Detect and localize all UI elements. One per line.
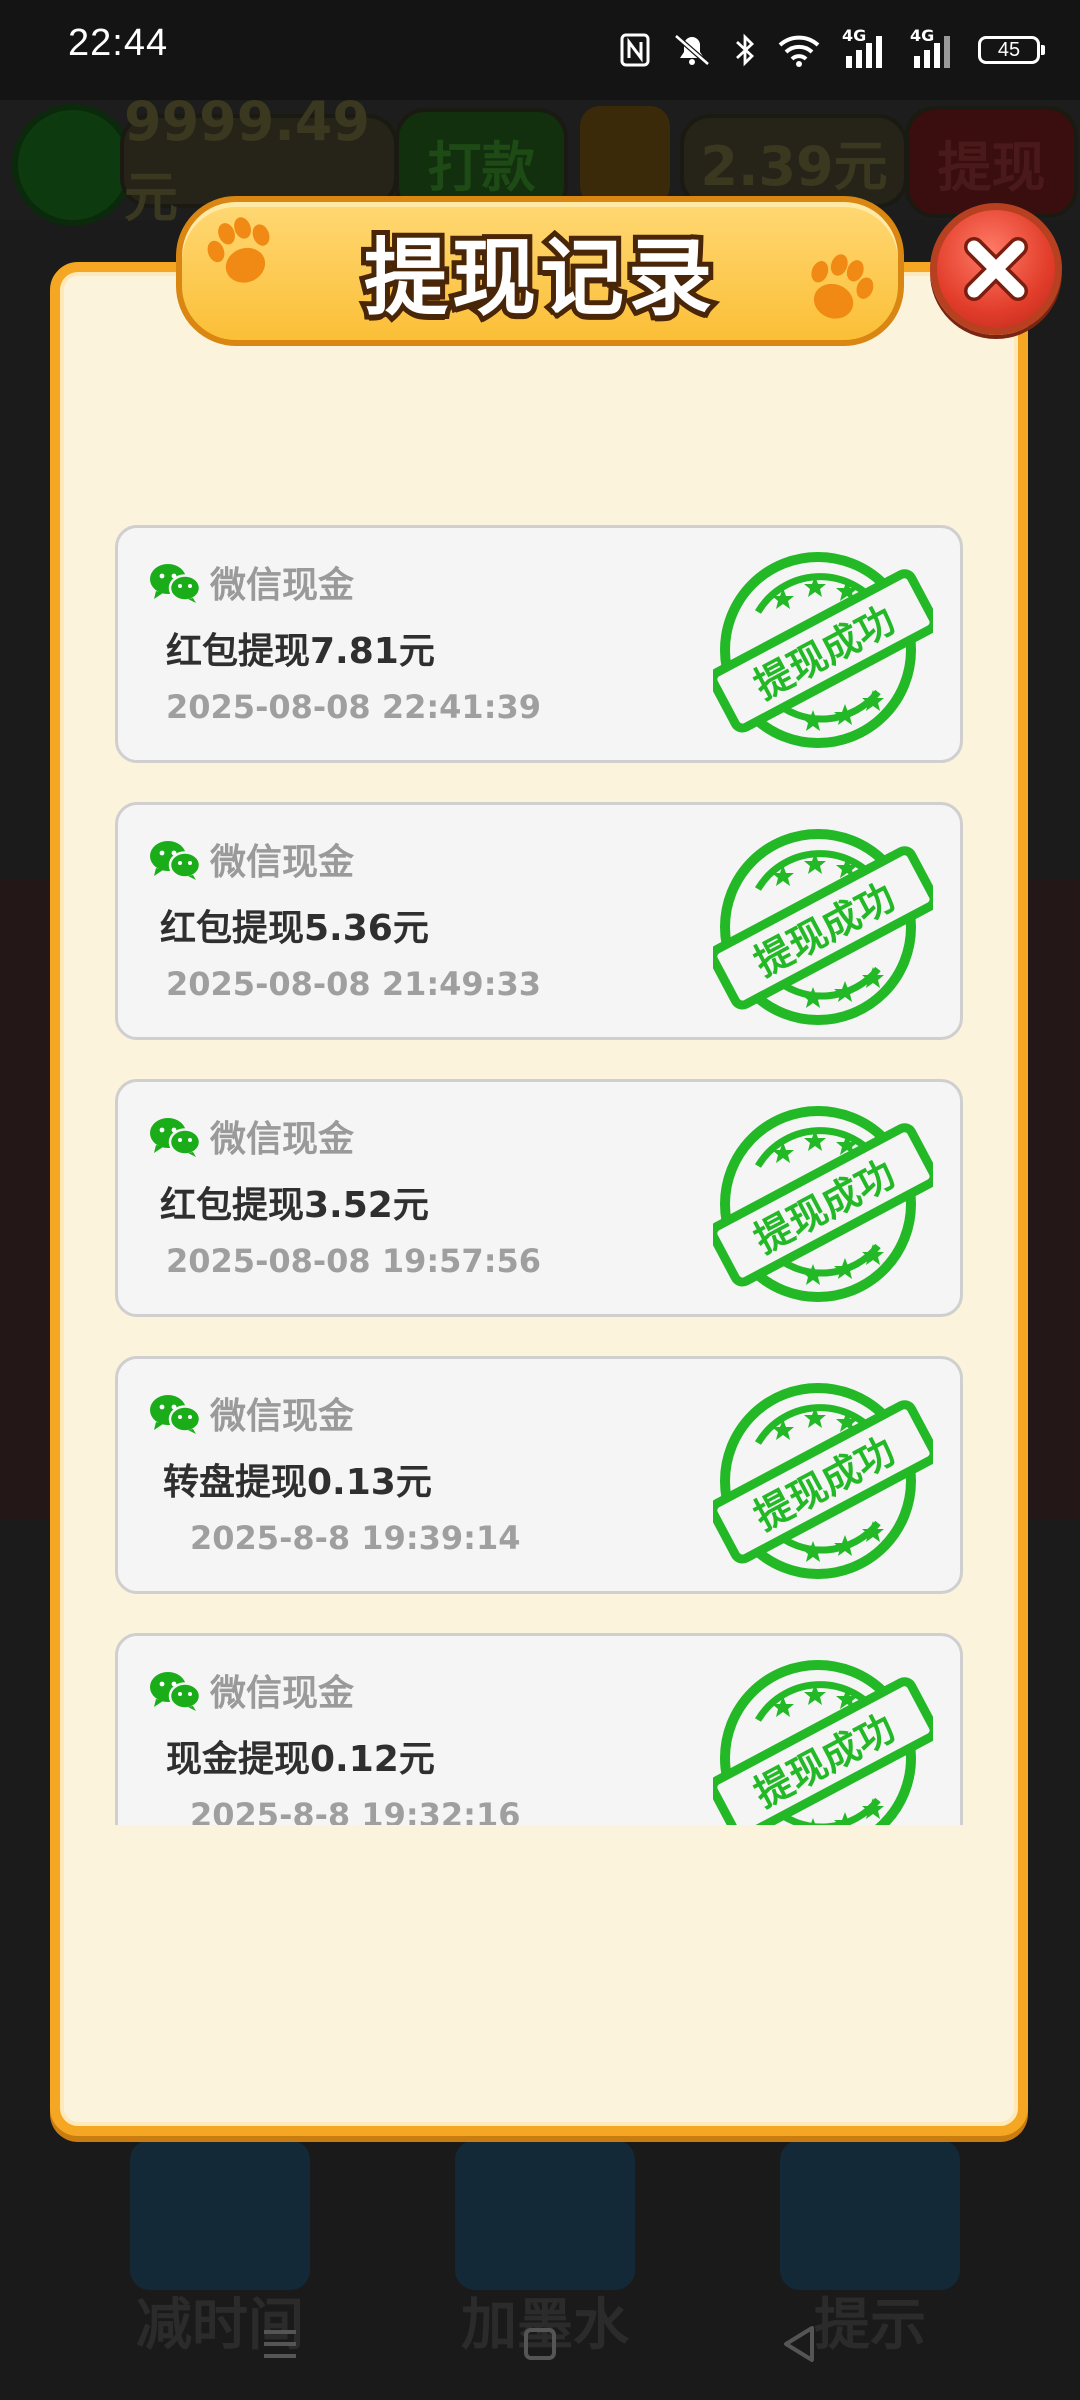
- wifi-icon: [778, 35, 820, 67]
- record-source-label: 微信现金: [210, 565, 355, 606]
- withdraw-button[interactable]: 提现: [905, 106, 1078, 218]
- record-title: 红包提现5.36元: [160, 908, 429, 949]
- status-icons: 4G 4G 45: [620, 26, 1045, 74]
- record-item: 微信现金 红包提现5.36元 2025-08-08 21:49:33 提现成功: [115, 802, 963, 1040]
- back-icon: [784, 2326, 814, 2362]
- record-source-label: 微信现金: [210, 842, 355, 883]
- success-stamp: 提现成功: [713, 1106, 933, 1302]
- close-icon: [964, 237, 1028, 301]
- close-button[interactable]: [930, 203, 1062, 335]
- record-item: 微信现金 现金提现0.12元 2025-8-8 19:32:16 提现成功: [115, 1633, 963, 1825]
- success-stamp: 提现成功: [713, 1383, 933, 1579]
- record-source: 微信现金: [148, 1110, 354, 1162]
- bluetooth-icon: [736, 33, 755, 67]
- back-button[interactable]: [770, 2314, 830, 2374]
- record-item: 微信现金 红包提现7.81元 2025-08-08 22:41:39 提现成功: [115, 525, 963, 763]
- record-title: 红包提现3.52元: [160, 1185, 429, 1226]
- record-source: 微信现金: [148, 1387, 354, 1439]
- wechat-icon: [150, 841, 202, 880]
- menu-icon: [264, 2330, 296, 2358]
- recents-button[interactable]: [250, 2314, 310, 2374]
- signal-4g-icon: 4G: [910, 26, 956, 70]
- navigation-bar: [0, 2290, 1080, 2400]
- hint-tool[interactable]: [780, 2140, 960, 2290]
- cash-display: 2.39元: [680, 114, 908, 208]
- paw-icon: [207, 217, 270, 283]
- modal-title: 提现记录: [359, 224, 717, 332]
- reduce-time-tool[interactable]: [130, 2140, 310, 2290]
- home-icon: [524, 2328, 556, 2360]
- record-source-label: 微信现金: [210, 1396, 355, 1437]
- wechat-icon: [12, 104, 134, 226]
- success-stamp: 提现成功: [713, 552, 933, 748]
- yuan-icon: [580, 106, 670, 206]
- record-title: 转盘提现0.13元: [163, 1462, 432, 1503]
- wechat-icon: [150, 1395, 202, 1434]
- record-time: 2025-08-08 19:57:56: [166, 1242, 542, 1280]
- battery-icon: 45: [978, 36, 1045, 64]
- status-bar: 22:44 4G 4G 45: [0, 0, 1080, 100]
- record-time: 2025-8-8 19:32:16: [190, 1796, 521, 1825]
- record-time: 2025-8-8 19:39:14: [190, 1519, 521, 1557]
- record-source: 微信现金: [148, 833, 354, 885]
- balance-display: 9999.49元: [120, 90, 398, 229]
- record-item: 微信现金 红包提现3.52元 2025-08-08 19:57:56 提现成功: [115, 1079, 963, 1317]
- wechat-icon: [150, 1118, 202, 1157]
- success-stamp: 提现成功: [713, 1660, 933, 1825]
- paw-icon: [811, 254, 874, 319]
- wechat-icon: [150, 1672, 202, 1711]
- record-source: 微信现金: [148, 1664, 354, 1716]
- record-title: 现金提现0.12元: [166, 1739, 435, 1780]
- record-source-label: 微信现金: [210, 1673, 355, 1714]
- record-title: 红包提现7.81元: [166, 631, 435, 672]
- nfc-icon: [620, 33, 650, 67]
- record-source: 微信现金: [148, 556, 354, 608]
- mute-icon: [674, 34, 710, 66]
- record-item: 微信现金 转盘提现0.13元 2025-8-8 19:39:14 提现成功: [115, 1356, 963, 1594]
- add-ink-tool[interactable]: [455, 2140, 635, 2290]
- wechat-icon: [150, 564, 202, 603]
- status-time: 22:44: [68, 22, 169, 64]
- record-source-label: 微信现金: [210, 1119, 355, 1160]
- record-time: 2025-08-08 21:49:33: [166, 965, 542, 1003]
- signal-4g-icon: 4G: [842, 26, 888, 70]
- home-button[interactable]: [510, 2314, 570, 2374]
- record-time: 2025-08-08 22:41:39: [166, 688, 542, 726]
- records-list[interactable]: 微信现金 红包提现7.81元 2025-08-08 22:41:39 提现成功: [115, 525, 965, 1825]
- success-stamp: 提现成功: [713, 829, 933, 1025]
